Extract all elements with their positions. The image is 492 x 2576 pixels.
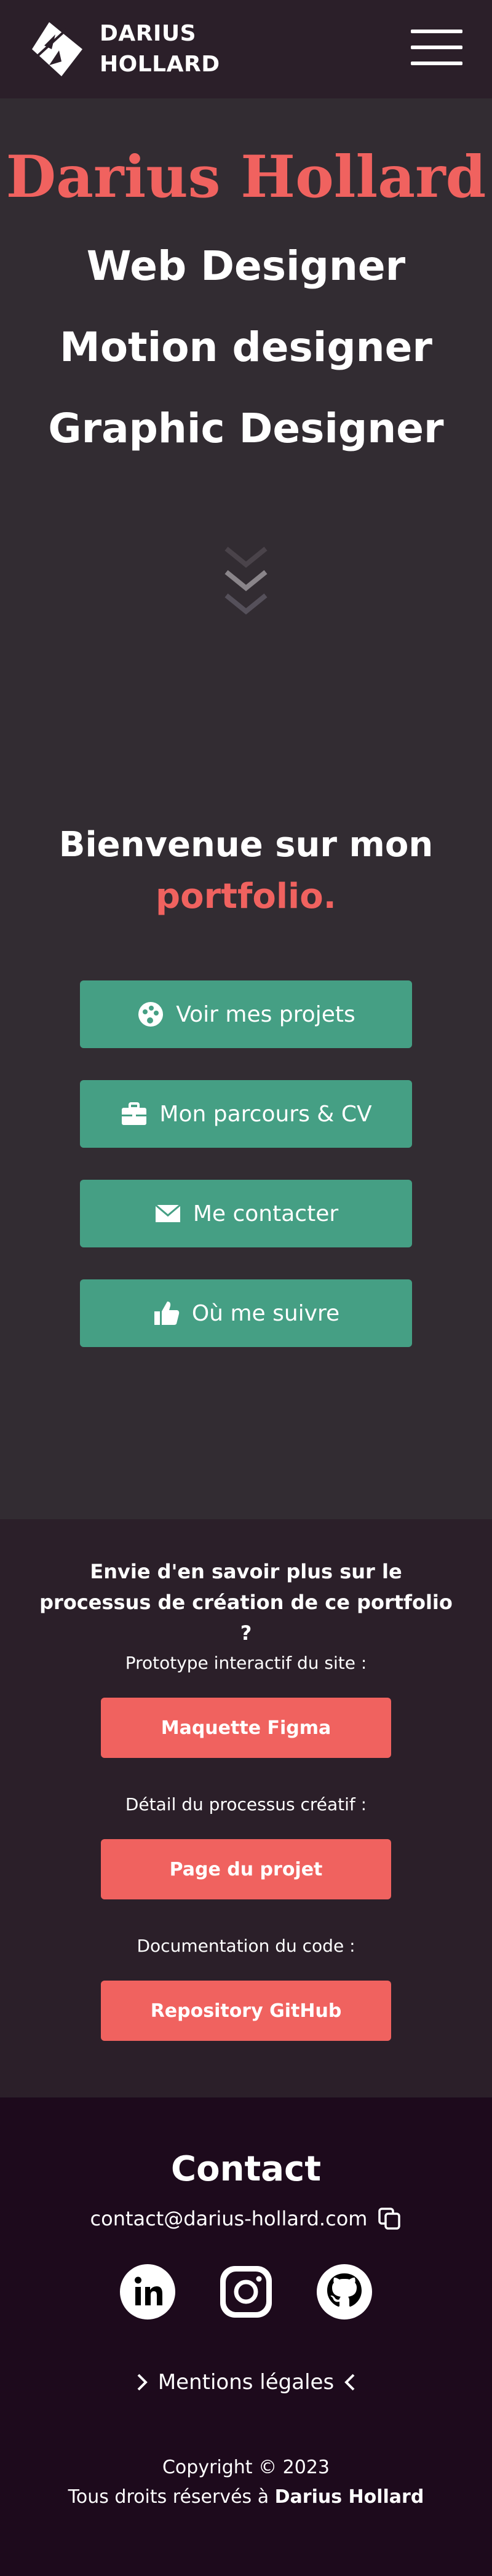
legal-notice-label: Mentions légales [157,2370,335,2395]
hero-role-web-designer: Web Designer [86,242,406,290]
career-cv-button[interactable]: Mon parcours & CV [80,1080,412,1148]
contact-me-button[interactable]: Me contacter [80,1180,412,1247]
rights-text: Tous droits réservés à Darius Hollard [0,2483,492,2512]
site-footer: Contact contact@darius-hollard.com Menti… [0,2097,492,2576]
contact-email[interactable]: contact@darius-hollard.com [90,2207,368,2230]
hero-section: Darius Hollard Web Designer Motion desig… [0,98,492,1519]
creative-process-label: Détail du processus créatif : [125,1794,367,1815]
brand-line-2: HOLLARD [100,52,220,77]
welcome-heading: Bienvenue sur mon portfolio. [0,819,492,923]
thumbs-up-icon [154,1302,180,1325]
brand-line-1: DARIUS [100,21,197,46]
hero-role-motion-designer: Motion designer [60,324,432,371]
copyright-block: Copyright © 2023 Tous droits réservés à … [0,2453,492,2512]
chevrons-down-icon[interactable] [218,543,274,629]
copyright-text: Copyright © 2023 [162,2457,330,2478]
envelope-icon [154,1204,181,1222]
welcome-accent: portfolio. [156,877,336,916]
figma-prototype-label: Prototype interactif du site : [125,1653,367,1673]
chevron-right-icon [137,2374,148,2391]
logo-icon[interactable] [31,21,84,78]
brand-name[interactable]: DARIUS HOLLARD [100,18,220,80]
follow-me-label: Où me suivre [191,1300,340,1326]
briefcase-icon [122,1102,147,1125]
hero-role-graphic-designer: Graphic Designer [48,405,444,452]
view-projects-label: Voir mes projets [176,1001,355,1027]
hero-name: Darius Hollard [6,143,486,211]
contact-me-label: Me contacter [192,1201,339,1226]
view-projects-button[interactable]: Voir mes projets [80,980,412,1048]
email-row: contact@darius-hollard.com [0,2203,492,2234]
figma-mockup-button[interactable]: Maquette Figma [101,1698,391,1758]
copy-icon[interactable] [377,2206,402,2231]
process-section: Envie d'en savoir plus sur le processus … [0,1519,492,2097]
rights-owner: Darius Hollard [274,2486,424,2508]
legal-notice-link[interactable]: Mentions légales [0,2367,492,2398]
process-title: Envie d'en savoir plus sur le processus … [39,1560,453,1645]
rights-prefix: Tous droits réservés à [68,2486,275,2508]
github-repository-button[interactable]: Repository GitHub [101,1981,391,2041]
contact-title: Contact [171,2149,321,2189]
welcome-line: Bienvenue sur mon [58,825,434,865]
chevron-left-icon [344,2374,355,2391]
code-docs-label: Documentation du code : [137,1936,355,1956]
github-icon[interactable] [316,2264,373,2320]
palette-icon [138,1002,164,1027]
instagram-icon[interactable] [218,2264,274,2320]
linkedin-icon[interactable] [119,2264,176,2320]
career-cv-label: Mon parcours & CV [159,1101,372,1127]
hamburger-menu-icon[interactable] [411,27,462,68]
site-header: DARIUS HOLLARD [0,0,492,98]
follow-me-button[interactable]: Où me suivre [80,1279,412,1347]
project-page-button[interactable]: Page du projet [101,1839,391,1899]
